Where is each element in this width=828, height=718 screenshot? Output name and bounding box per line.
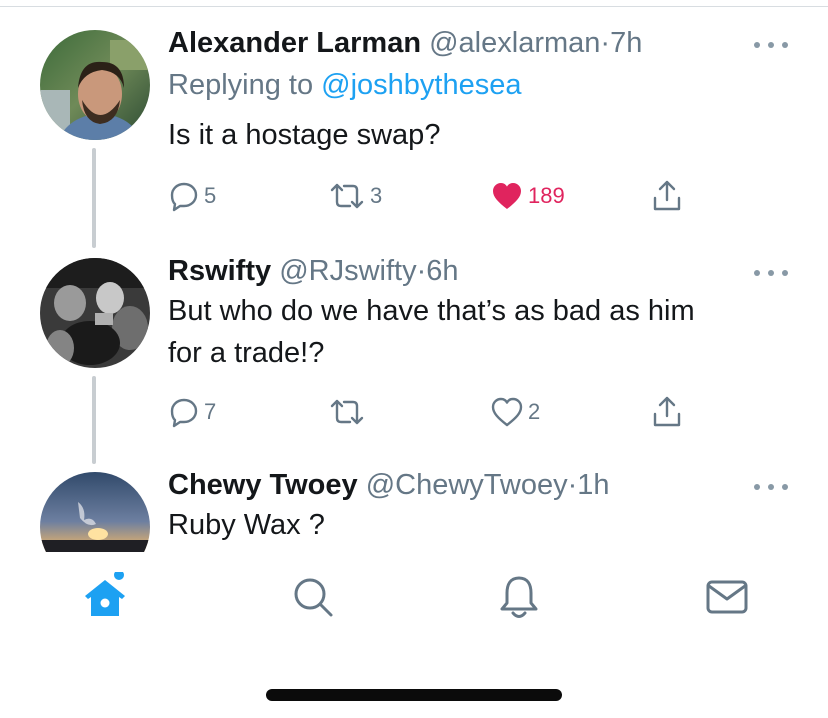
messages-tab[interactable]	[702, 572, 752, 622]
home-icon	[85, 572, 125, 616]
notifications-icon	[500, 576, 538, 618]
more-options-button[interactable]	[754, 482, 788, 492]
home-tab[interactable]	[80, 572, 130, 622]
timestamp[interactable]: 1h	[577, 469, 609, 501]
messages-icon	[706, 580, 748, 614]
avatar[interactable]	[40, 472, 150, 552]
notifications-tab[interactable]	[494, 572, 544, 622]
tweet-text: Ruby Wax ?	[168, 509, 325, 541]
handle[interactable]: @ChewyTwoey	[366, 469, 568, 501]
bottom-tab-bar	[0, 552, 828, 652]
display-name[interactable]: Chewy Twoey	[168, 469, 358, 501]
search-icon	[294, 578, 333, 617]
separator: ·	[567, 469, 578, 501]
search-tab[interactable]	[288, 572, 338, 622]
tweet-header: Chewy Twoey @ChewyTwoey·1h	[168, 468, 798, 502]
home-indicator[interactable]	[266, 689, 562, 701]
tweet-3[interactable]: Chewy Twoey @ChewyTwoey·1h Ruby Wax ?	[0, 0, 828, 552]
